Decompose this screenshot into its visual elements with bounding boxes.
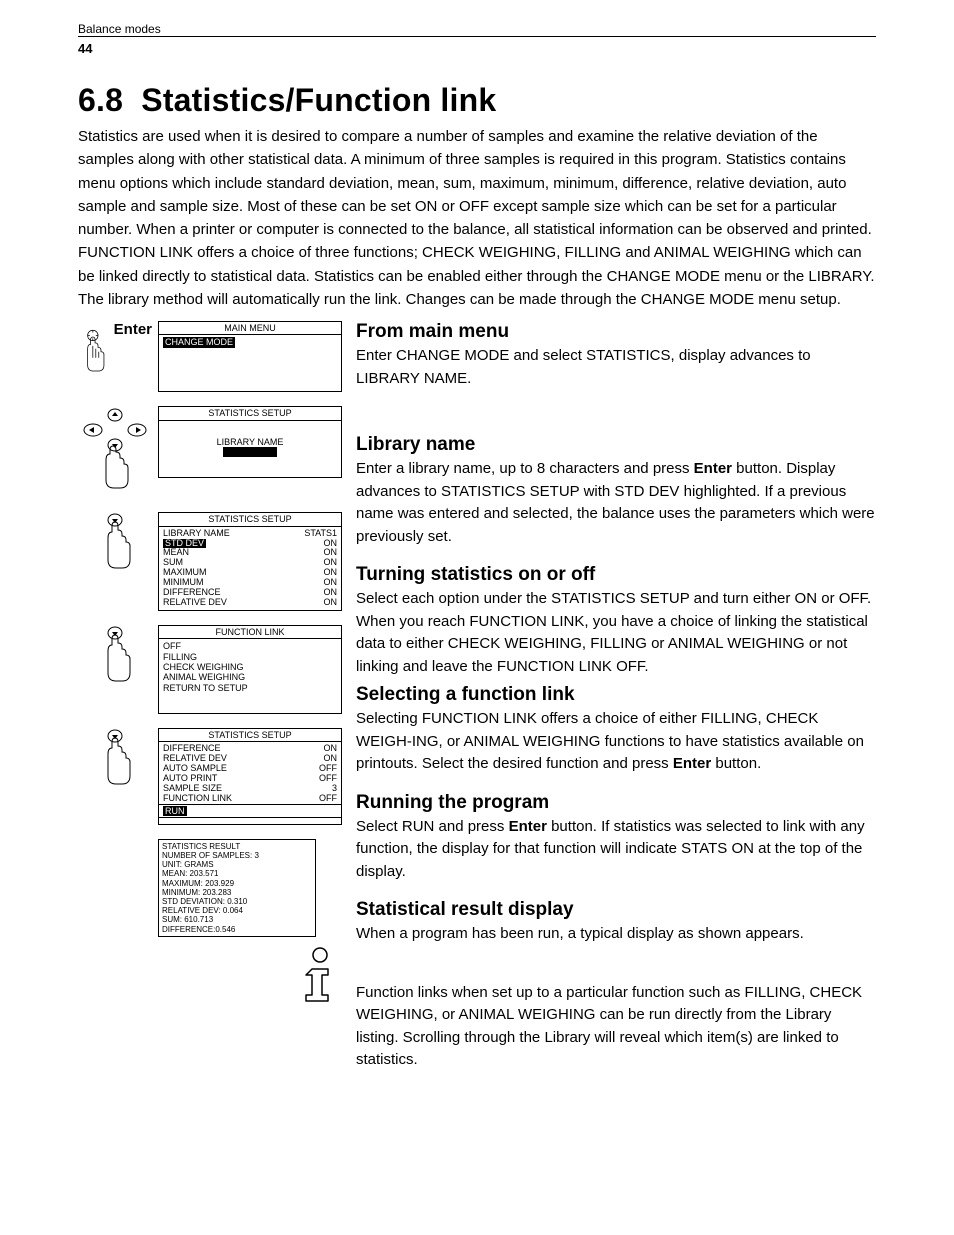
stats-setup-panel-1: STATISTICS SETUP LIBRARY NAME [158, 406, 342, 477]
para-library-name: Enter a library name, up to 8 characters… [356, 458, 876, 548]
page-header: Balance modes [78, 20, 876, 37]
para-footer-note: Function links when set up to a particul… [356, 982, 876, 1072]
text-column: From main menu Enter CHANGE MODE and sel… [356, 321, 876, 1088]
info-icon [298, 947, 342, 1007]
para-stat-result: When a program has been run, a typical d… [356, 923, 876, 946]
intro-paragraph: Statistics are used when it is desired t… [78, 125, 876, 311]
heading-stat-result: Statistical result display [356, 899, 876, 921]
heading-selecting-link: Selecting a function link [356, 684, 876, 706]
down-hand-icon [95, 625, 135, 699]
section-title: 6.8 Statistics/Function link [78, 82, 876, 119]
function-link-panel: FUNCTION LINK OFF FILLING CHECK WEIGHING… [158, 625, 342, 714]
statistics-result-slip: STATISTICS RESULT NUMBER OF SAMPLES: 3 U… [158, 839, 316, 937]
heading-library-name: Library name [356, 434, 876, 456]
para-from-main-menu: Enter CHANGE MODE and select STATISTICS,… [356, 345, 876, 390]
hand-press-icon [78, 321, 108, 387]
stats-setup-panel-2: STATISTICS SETUP LIBRARY NAMESTATS1 STD … [158, 512, 342, 610]
dpad-hand-icon [79, 406, 151, 498]
down-hand-icon [95, 728, 135, 802]
heading-turning-stats: Turning statistics on or off [356, 564, 876, 586]
chapter-label: Balance modes [78, 22, 161, 36]
para-running: Select RUN and press Enter button. If st… [356, 816, 876, 884]
main-menu-panel: MAIN MENU CHANGE MODE [158, 321, 342, 392]
page-number: 44 [78, 41, 876, 56]
heading-running: Running the program [356, 792, 876, 814]
para-selecting-link: Selecting FUNCTION LINK offers a choice … [356, 708, 876, 776]
down-hand-icon [95, 512, 135, 586]
heading-from-main-menu: From main menu [356, 321, 876, 343]
diagram-column: Enter MAIN MENU CHANGE MODE [78, 321, 342, 1088]
para-turning-stats: Select each option under the STATISTICS … [356, 588, 876, 678]
enter-label: Enter [114, 321, 152, 338]
stats-setup-panel-3: STATISTICS SETUP DIFFERENCEON RELATIVE D… [158, 728, 342, 825]
